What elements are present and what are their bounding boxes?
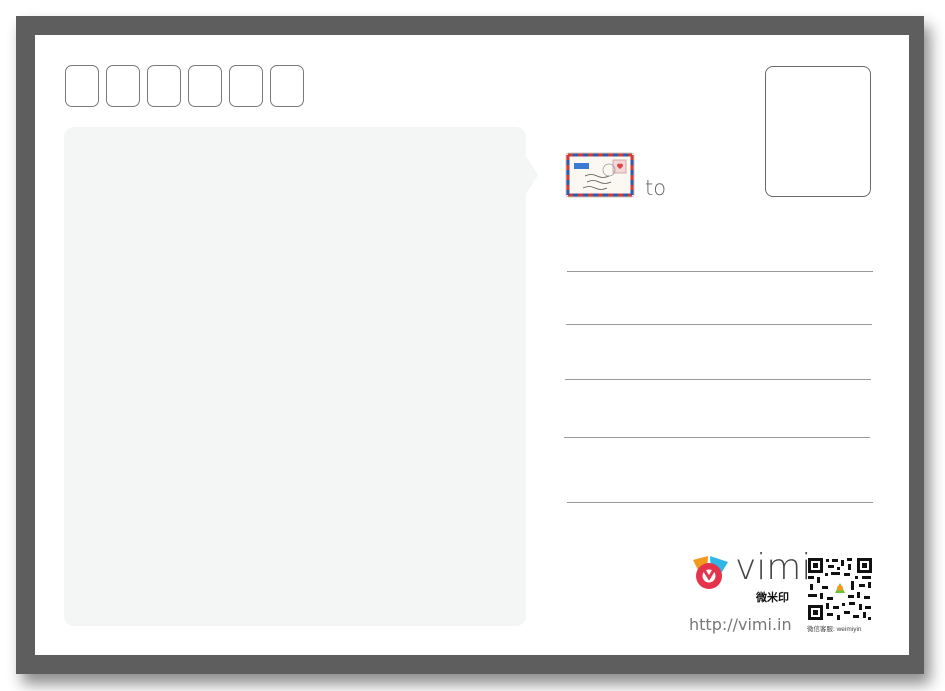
postal-code-box-6[interactable] [270, 65, 304, 107]
brand-name-chinese: 微米印 [756, 592, 789, 604]
address-line-1[interactable] [567, 271, 873, 272]
address-line-2[interactable] [566, 324, 872, 325]
airmail-envelope-icon [565, 152, 635, 198]
stamp-area[interactable] [765, 66, 871, 197]
qr-caption: 微信客服: weimiyin [807, 626, 862, 633]
postal-code-box-1[interactable] [65, 65, 99, 107]
speech-bubble-tail [524, 153, 538, 197]
postal-code-box-4[interactable] [188, 65, 222, 107]
brand-name: vimi [735, 547, 812, 588]
postal-code-box-2[interactable] [106, 65, 140, 107]
qr-code [807, 557, 873, 621]
postal-code-box-5[interactable] [229, 65, 263, 107]
address-line-4[interactable] [564, 437, 870, 438]
postcard: to vimi 微米印 http://vimi.in 微信客服: weimiyi… [35, 35, 909, 655]
address-line-3[interactable] [565, 379, 871, 380]
vimi-logo-icon [693, 556, 728, 589]
website-link[interactable]: http://vimi.in [689, 615, 792, 634]
address-line-5[interactable] [567, 502, 873, 503]
to-label: to [645, 176, 667, 200]
postal-code-box-3[interactable] [147, 65, 181, 107]
postal-code-boxes [65, 65, 304, 107]
message-area[interactable] [64, 127, 526, 626]
